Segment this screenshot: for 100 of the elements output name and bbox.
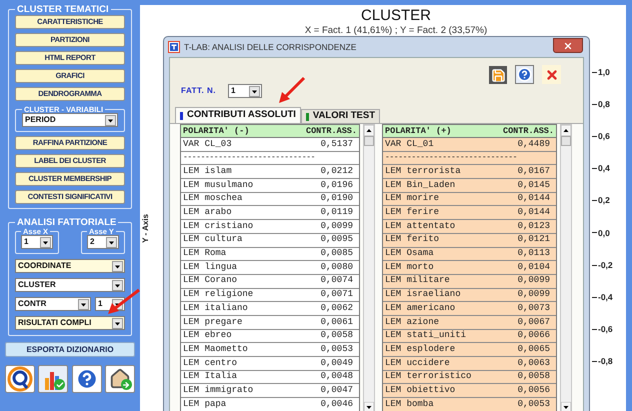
table-cell-text: LEM centro xyxy=(183,356,238,370)
table-cell-text: LEM cultura xyxy=(183,233,242,246)
caret-icon[interactable] xyxy=(106,236,117,248)
table-cell-text: 0,0074 xyxy=(320,274,353,288)
annotation-arrow xyxy=(106,288,141,316)
caret-icon[interactable] xyxy=(78,298,89,310)
caret-icon[interactable] xyxy=(112,318,123,328)
dropdown[interactable]: PERIOD xyxy=(22,113,118,127)
table-cell-text: LEM moschea xyxy=(183,192,242,206)
table-cell-text: LEM morto xyxy=(385,260,434,274)
axis-tick-label: 0,8 xyxy=(598,98,610,111)
annotation-arrow xyxy=(278,76,306,104)
axis-tick-label: 0,2 xyxy=(598,194,610,208)
table-cell-text: 0,0048 xyxy=(320,370,353,384)
save-icon[interactable] xyxy=(489,66,507,84)
table-cell-text: 0,0104 xyxy=(518,260,550,274)
close-icon[interactable] xyxy=(563,40,573,50)
table-cell-text: LEM Osama xyxy=(385,247,434,260)
table-cell-text: LEM militare xyxy=(385,274,450,288)
app-icon xyxy=(168,41,180,53)
table-cell-text: LEM immigrato xyxy=(183,384,254,397)
dropdown[interactable]: CLUSTER xyxy=(15,278,125,292)
table-cell-text: LEM musulmano xyxy=(183,178,254,192)
column-header: POLARITA' (+) xyxy=(385,124,452,138)
dropdown[interactable]: RISULTATI COMPLI xyxy=(15,316,125,330)
table-cell-text: 0,0085 xyxy=(320,247,353,260)
table-cell: 0,0053 xyxy=(518,398,550,411)
table-cell-text: LEM Corano xyxy=(183,274,238,288)
table-cell-text: LEM azione xyxy=(385,316,440,329)
table-cell-text: 0,0113 xyxy=(518,247,550,260)
logo-icon[interactable] xyxy=(5,365,35,393)
table-cell-text: LEM lingua xyxy=(183,260,238,274)
chart-check-icon[interactable] xyxy=(38,365,68,393)
tab-marker-icon xyxy=(180,112,183,120)
table-cell-text: LEM Roma xyxy=(183,247,226,260)
scrollbar-thumb[interactable] xyxy=(561,136,571,146)
table-cell-text: 0,0063 xyxy=(518,356,550,370)
home-icon[interactable] xyxy=(104,365,135,393)
table-cell-text: 0,0144 xyxy=(518,206,550,220)
table-cell-text: 0,0053 xyxy=(320,342,353,356)
table-cell-text: 0,0067 xyxy=(518,316,550,329)
scrollbar-thumb[interactable] xyxy=(364,136,374,146)
table-cell-text: LEM pregare xyxy=(183,316,242,329)
table-cell-text: 0,0196 xyxy=(320,178,353,192)
table-cell-text: 0,0058 xyxy=(518,370,550,384)
dropdown[interactable]: 1 xyxy=(21,235,53,249)
table-cell-text: 0,0119 xyxy=(320,206,353,220)
axis-title: Y - Axis xyxy=(140,214,151,242)
table-cell-text: LEM ferito xyxy=(385,233,440,246)
table-cell-text: 0,0065 xyxy=(518,342,550,356)
down-arrow-icon[interactable] xyxy=(364,402,374,411)
help-icon[interactable] xyxy=(515,65,534,84)
table-cell-text: LEM Maometto xyxy=(183,342,248,356)
table-cell-text: 0,0145 xyxy=(518,178,550,192)
axis-tick-label: -0,8 xyxy=(598,355,613,368)
axis-tick-label: 0,4 xyxy=(598,162,610,175)
table-cell-text: LEM Bin_Laden xyxy=(385,178,456,192)
caret-icon[interactable] xyxy=(112,260,123,272)
close-icon[interactable] xyxy=(542,65,561,84)
table-cell-text: LEM terrorista xyxy=(385,164,461,178)
table-cell-text: 0,5137 xyxy=(320,138,353,151)
table-cell-text: 0,0095 xyxy=(320,233,353,246)
column-header: CONTR.ASS. xyxy=(306,124,357,138)
up-arrow-icon[interactable] xyxy=(561,125,571,136)
chart-subtitle: X = Fact. 1 (41,61%) ; Y = Fact. 2 (33,57%) xyxy=(304,25,488,37)
table-cell-text: VAR CL_01 xyxy=(385,138,434,151)
scrollbar[interactable] xyxy=(363,124,375,411)
table-cell-text: 0,0144 xyxy=(518,192,550,206)
table-cell-text: 0,0099 xyxy=(518,274,550,288)
table-cell-text: LEM religione xyxy=(183,288,254,302)
dropdown[interactable]: 2 xyxy=(87,235,119,249)
separator-line: ------------------------------ xyxy=(183,152,316,164)
table-cell-text: LEM italiano xyxy=(183,302,248,315)
table-cell-text: 0,0047 xyxy=(320,384,353,397)
tab[interactable]: VALORI TEST xyxy=(300,109,380,123)
close-button[interactable] xyxy=(553,38,583,53)
export-button[interactable]: ESPORTA DIZIONARIO xyxy=(5,342,135,357)
down-arrow-icon[interactable] xyxy=(561,402,571,411)
dropdown[interactable]: 1 xyxy=(228,84,262,98)
tab[interactable]: CONTRIBUTI ASSOLUTI xyxy=(175,107,301,123)
table-cell-text: 0,0190 xyxy=(320,192,353,206)
table-cell-text: LEM ebreo xyxy=(183,329,232,342)
help-icon[interactable] xyxy=(72,365,102,393)
dropdown[interactable]: CONTR xyxy=(15,297,91,311)
axis-tick-label: -0,4 xyxy=(598,290,613,304)
dropdown[interactable]: COORDINATE xyxy=(15,259,125,273)
scrollbar[interactable] xyxy=(560,124,572,411)
axis-tick-label: -0,6 xyxy=(598,323,613,336)
table-cell-text: LEM stati_uniti xyxy=(385,329,466,342)
table-cell: LEM bomba xyxy=(385,398,434,411)
caret-icon[interactable] xyxy=(248,86,260,96)
table-cell-text: LEM attentato xyxy=(385,220,456,233)
caret-icon[interactable] xyxy=(112,280,123,290)
table-cell-text: LEM morire xyxy=(385,192,440,206)
caret-icon[interactable] xyxy=(40,236,51,248)
caret-icon[interactable] xyxy=(105,114,116,126)
up-arrow-icon[interactable] xyxy=(364,125,374,136)
column-header: POLARITA' (-) xyxy=(183,124,250,138)
table-cell-text: 0,4489 xyxy=(518,138,550,151)
table-cell-text: LEM obiettivo xyxy=(385,384,456,397)
